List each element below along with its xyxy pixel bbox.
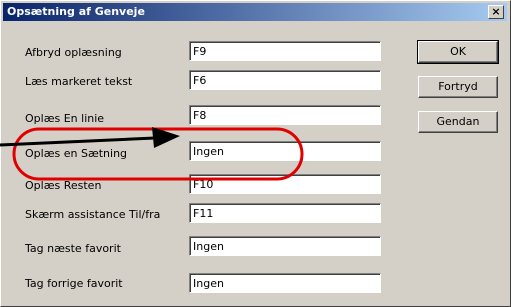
- annotation-overlay: [0, 127, 304, 181]
- pointer-arrow-line: [0, 136, 156, 147]
